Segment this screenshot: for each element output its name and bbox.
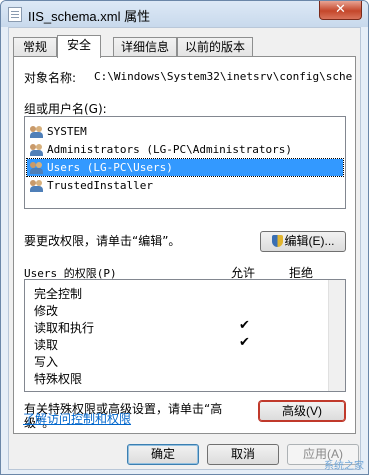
change-hint: 要更改权限，请单击“编辑”。	[24, 234, 181, 248]
edit-button[interactable]: 编辑(E)...	[260, 231, 346, 252]
document-icon	[8, 7, 22, 22]
user-group-icon	[30, 125, 44, 138]
edit-button-label: 编辑(E)...	[284, 234, 335, 248]
list-item[interactable]: TrustedInstaller	[27, 177, 343, 194]
permission-row: 读取和执行 ✔	[25, 318, 345, 335]
security-panel: 对象名称: C:\Windows\System32\inetsrv\config…	[13, 56, 356, 434]
cancel-button[interactable]: 取消	[207, 444, 279, 465]
user-group-icon	[30, 161, 44, 174]
user-name: Administrators (LG-PC\Administrators)	[47, 143, 293, 156]
object-name-label: 对象名称:	[24, 71, 77, 85]
user-name: TrustedInstaller	[47, 179, 153, 192]
permission-row: 读取 ✔	[25, 335, 345, 352]
allow-check: ✔	[239, 318, 250, 333]
list-item-selected[interactable]: Users (LG-PC\Users)	[26, 158, 344, 177]
dialog-body: 常规 安全 详细信息 以前的版本 对象名称: C:\Windows\System…	[8, 27, 361, 470]
close-button[interactable]: ✕	[319, 1, 362, 20]
permissions-list: 完全控制 修改 读取和执行 ✔ 读取 ✔ 写入 特殊权限	[24, 279, 346, 392]
permission-name: 修改	[34, 304, 59, 318]
permission-row: 修改	[25, 301, 345, 318]
permission-name: 读取	[34, 338, 59, 352]
properties-dialog: IIS_schema.xml 属性 ✕ 常规 安全 详细信息 以前的版本 对象名…	[0, 0, 369, 475]
user-name: SYSTEM	[47, 125, 87, 138]
permission-name: 特殊权限	[34, 372, 83, 386]
tab-details[interactable]: 详细信息	[113, 37, 177, 57]
tab-general[interactable]: 常规	[13, 37, 57, 57]
title-bar[interactable]: IIS_schema.xml 属性 ✕	[1, 1, 368, 27]
permission-name: 读取和执行	[34, 321, 95, 335]
learn-access-control-link[interactable]: 了解访问控制和权限	[23, 410, 131, 427]
advanced-button[interactable]: 高级(V)	[259, 401, 345, 421]
group-label: 组或用户名(G):	[24, 102, 107, 116]
permission-row: 写入	[25, 352, 345, 369]
users-listbox[interactable]: SYSTEM Administrators (LG-PC\Administrat…	[24, 116, 346, 209]
watermark: 系统之家	[324, 461, 364, 472]
tab-security[interactable]: 安全	[57, 35, 101, 58]
tab-previous-versions[interactable]: 以前的版本	[177, 37, 253, 57]
shield-icon	[271, 235, 283, 247]
window-title: IIS_schema.xml 属性	[28, 9, 151, 24]
list-item[interactable]: SYSTEM	[27, 123, 343, 140]
ok-button[interactable]: 确定	[127, 444, 199, 465]
permission-row: 特殊权限	[25, 369, 345, 386]
permission-row: 完全控制	[25, 284, 345, 301]
list-item[interactable]: Administrators (LG-PC\Administrators)	[27, 141, 343, 158]
permission-name: 写入	[34, 355, 59, 369]
user-group-icon	[30, 143, 44, 156]
allow-check: ✔	[239, 335, 250, 350]
user-group-icon	[30, 179, 44, 192]
permission-name: 完全控制	[34, 287, 83, 301]
user-name: Users (LG-PC\Users)	[47, 161, 173, 174]
object-name-value: C:\Windows\System32\inetsrv\config\schem	[94, 70, 352, 83]
permissions-scrollbar[interactable]	[328, 280, 345, 391]
